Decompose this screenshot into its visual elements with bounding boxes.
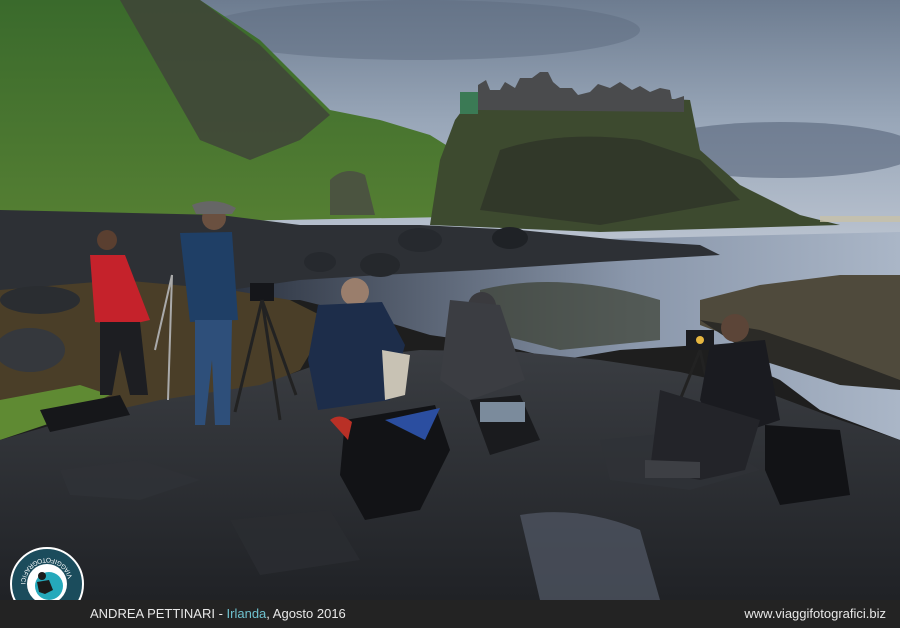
photo-scene — [0, 0, 900, 600]
scaffolding — [460, 92, 478, 114]
date-label: , Agosto 2016 — [266, 606, 346, 621]
author-name: ANDREA PETTINARI — [90, 606, 215, 621]
site-logo: VIAGGIFOTOGRAFICI.BIZ — [9, 546, 85, 600]
caption-bar: ANDREA PETTINARI - Irlanda, Agosto 2016 … — [0, 600, 900, 628]
photo-credit: ANDREA PETTINARI - Irlanda, Agosto 2016 — [90, 606, 346, 621]
country-name: Irlanda — [226, 606, 267, 621]
logo-badge: VIAGGIFOTOGRAFICI.BIZ — [9, 546, 84, 600]
photo: VIAGGIFOTOGRAFICI.BIZ — [0, 0, 900, 600]
caption-separator: - — [214, 606, 227, 621]
website-link[interactable]: www.viaggifotografici.biz — [744, 606, 886, 621]
